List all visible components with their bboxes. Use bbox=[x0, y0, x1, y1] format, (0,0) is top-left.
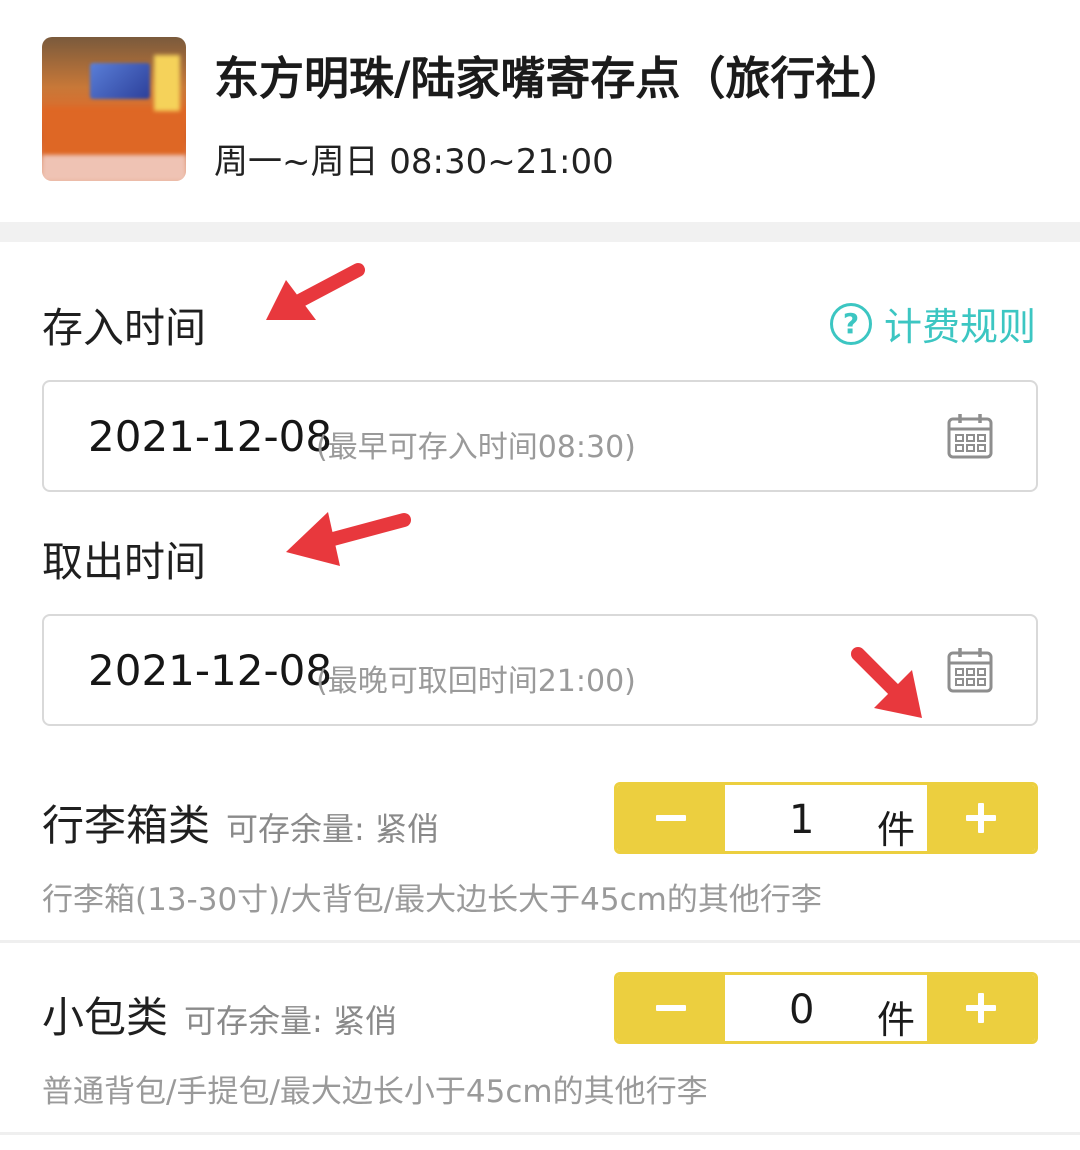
deposit-date-hint: (最早可存入时间08:30) bbox=[316, 430, 636, 465]
annotation-arrow-icon bbox=[851, 647, 922, 718]
item-stock: 可存余量: 紧俏 bbox=[226, 810, 439, 848]
question-circle-icon: ? bbox=[829, 302, 872, 345]
pickup-time-label: 取出时间 bbox=[42, 538, 206, 586]
quantity-value: 1 bbox=[789, 797, 815, 843]
fee-rules-link[interactable]: ? 计费规则 bbox=[829, 296, 1036, 351]
quantity-display: 0 件 bbox=[725, 975, 927, 1041]
deposit-date-value: 2021-12-08 bbox=[88, 412, 333, 461]
item-name: 行李箱类 bbox=[42, 801, 211, 850]
quantity-display: 1 件 bbox=[725, 785, 927, 851]
item-name: 小包类 bbox=[42, 993, 169, 1042]
quantity-unit: 件 bbox=[877, 808, 916, 852]
annotation-arrow-icon bbox=[286, 512, 411, 566]
plus-icon bbox=[966, 803, 996, 833]
luggage-quantity-stepper: 1 件 bbox=[614, 782, 1038, 854]
item-stock: 可存余量: 紧俏 bbox=[184, 1002, 397, 1040]
deposit-date-field[interactable]: 2021-12-08 (最早可存入时间08:30) bbox=[42, 380, 1038, 492]
store-hours: 周一~周日 08:30~21:00 bbox=[214, 142, 614, 182]
increment-button[interactable] bbox=[927, 785, 1035, 851]
deposit-time-label: 存入时间 bbox=[42, 304, 206, 352]
quantity-unit: 件 bbox=[877, 998, 916, 1042]
pickup-date-value: 2021-12-08 bbox=[88, 646, 333, 695]
minus-icon bbox=[656, 1005, 686, 1011]
increment-button[interactable] bbox=[927, 975, 1035, 1041]
pickup-date-hint: (最晚可取回时间21:00) bbox=[316, 664, 636, 699]
row-divider bbox=[0, 1132, 1080, 1135]
luggage-item-title: 小包类 可存余量: 紧俏 bbox=[42, 984, 397, 1045]
smallbag-quantity-stepper: 0 件 bbox=[614, 972, 1038, 1044]
annotation-arrow-icon bbox=[266, 263, 365, 320]
store-photo bbox=[42, 37, 186, 181]
store-name: 东方明珠/陆家嘴寄存点（旅行社） bbox=[214, 52, 906, 105]
quantity-value: 0 bbox=[789, 987, 815, 1033]
minus-icon bbox=[656, 815, 686, 821]
section-divider bbox=[0, 222, 1080, 242]
fee-rules-label: 计费规则 bbox=[883, 305, 1036, 349]
plus-icon bbox=[966, 993, 996, 1023]
item-description: 普通背包/手提包/最大边长小于45cm的其他行李 bbox=[42, 1074, 708, 1110]
calendar-icon[interactable] bbox=[946, 646, 994, 694]
decrement-button[interactable] bbox=[617, 975, 725, 1041]
decrement-button[interactable] bbox=[617, 785, 725, 851]
row-divider bbox=[0, 940, 1080, 943]
store-header: 东方明珠/陆家嘴寄存点（旅行社） 周一~周日 08:30~21:00 bbox=[0, 0, 1080, 222]
calendar-icon[interactable] bbox=[946, 412, 994, 460]
luggage-item-title: 行李箱类 可存余量: 紧俏 bbox=[42, 792, 439, 853]
item-description: 行李箱(13-30寸)/大背包/最大边长大于45cm的其他行李 bbox=[42, 882, 822, 918]
